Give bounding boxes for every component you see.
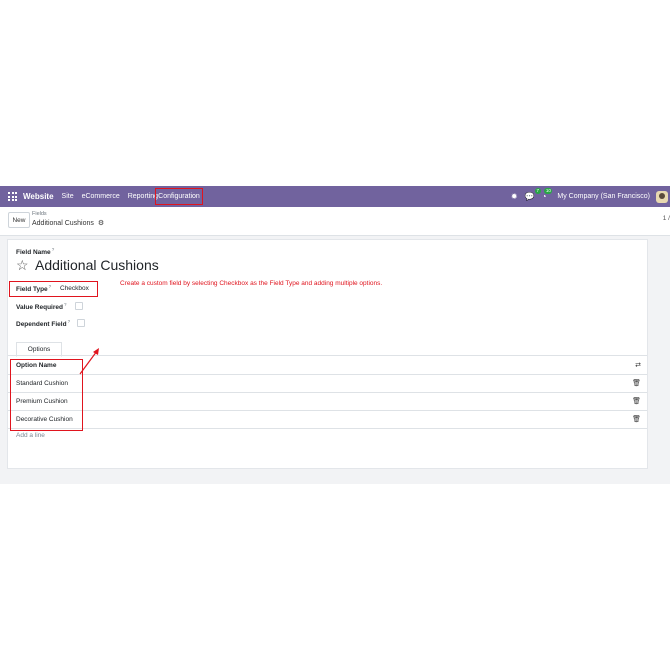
navbar-systray: ✹ 💬 7 ◔ 10 My Company (San Francisco) — [511, 186, 670, 207]
menu-configuration[interactable]: Configuration — [155, 188, 203, 205]
company-switcher[interactable]: My Company (San Francisco) — [557, 193, 650, 200]
field-type-label: Field Type? — [16, 284, 51, 293]
field-name-value[interactable]: Additional Cushions — [35, 257, 159, 273]
trash-icon[interactable]: 🗑 — [632, 379, 641, 387]
dependent-field-help[interactable]: ? — [68, 319, 71, 324]
menu-reporting[interactable]: Reporting — [128, 193, 158, 200]
bug-icon[interactable]: ✹ — [511, 192, 518, 201]
app-frame: Website Site eCommerce Reporting Configu… — [0, 186, 670, 484]
table-header: Option Name ⇄ — [8, 357, 647, 375]
field-type-label-text: Field Type — [16, 286, 48, 294]
field-name-label: Field Name? — [16, 247, 54, 256]
tab-divider — [8, 355, 647, 356]
add-line-link[interactable]: Add a line — [16, 432, 45, 439]
trash-icon[interactable]: 🗑 — [632, 397, 641, 405]
gear-icon[interactable]: ⚙ — [96, 220, 104, 227]
control-panel: New Fields Additional Cushions ⚙ 1 / — [0, 207, 670, 236]
field-name-help[interactable]: ? — [52, 247, 55, 252]
dependent-field-checkbox[interactable] — [77, 319, 85, 327]
breadcrumb-current-label: Additional Cushions — [32, 220, 94, 227]
new-button[interactable]: New — [8, 212, 30, 228]
table-row[interactable]: Premium Cushion 🗑 — [8, 393, 647, 411]
form-sheet: Field Name? ☆ Additional Cushions Field … — [7, 239, 648, 469]
star-icon[interactable]: ☆ — [16, 257, 29, 274]
dependent-field-label: Dependent Field? — [16, 319, 70, 328]
apps-grid-icon[interactable] — [8, 192, 17, 201]
menu-ecommerce[interactable]: eCommerce — [82, 193, 120, 200]
activity-clock-icon[interactable]: ◔ 10 — [542, 188, 553, 201]
activity-count-badge: 10 — [544, 188, 553, 194]
table-row[interactable]: Standard Cushion 🗑 — [8, 375, 647, 393]
value-required-help[interactable]: ? — [64, 302, 67, 307]
chat-count-badge: 7 — [535, 188, 541, 194]
options-highlight — [10, 359, 83, 431]
top-navbar: Website Site eCommerce Reporting Configu… — [0, 186, 670, 207]
value-required-label-text: Value Required — [16, 304, 63, 312]
annotation-arrow-icon — [79, 348, 99, 375]
column-settings-icon[interactable]: ⇄ — [635, 361, 641, 369]
annotation-text: Create a custom field by selecting Check… — [120, 280, 383, 287]
value-required-checkbox[interactable] — [75, 302, 83, 310]
user-avatar[interactable] — [656, 190, 668, 203]
field-type-select[interactable]: Checkbox — [60, 285, 89, 292]
pager[interactable]: 1 / — [663, 215, 670, 222]
app-brand[interactable]: Website — [23, 192, 54, 201]
breadcrumb-parent[interactable]: Fields — [32, 211, 47, 217]
field-type-help[interactable]: ? — [49, 284, 52, 289]
chat-icon[interactable]: 💬 7 — [525, 188, 541, 201]
table-row[interactable]: Decorative Cushion 🗑 — [8, 411, 647, 429]
trash-icon[interactable]: 🗑 — [632, 415, 641, 423]
breadcrumb-current: Additional Cushions ⚙ — [32, 219, 104, 227]
value-required-label: Value Required? — [16, 302, 66, 311]
field-name-label-text: Field Name — [16, 249, 51, 257]
dependent-field-label-text: Dependent Field — [16, 321, 67, 329]
menu-site[interactable]: Site — [62, 193, 74, 200]
